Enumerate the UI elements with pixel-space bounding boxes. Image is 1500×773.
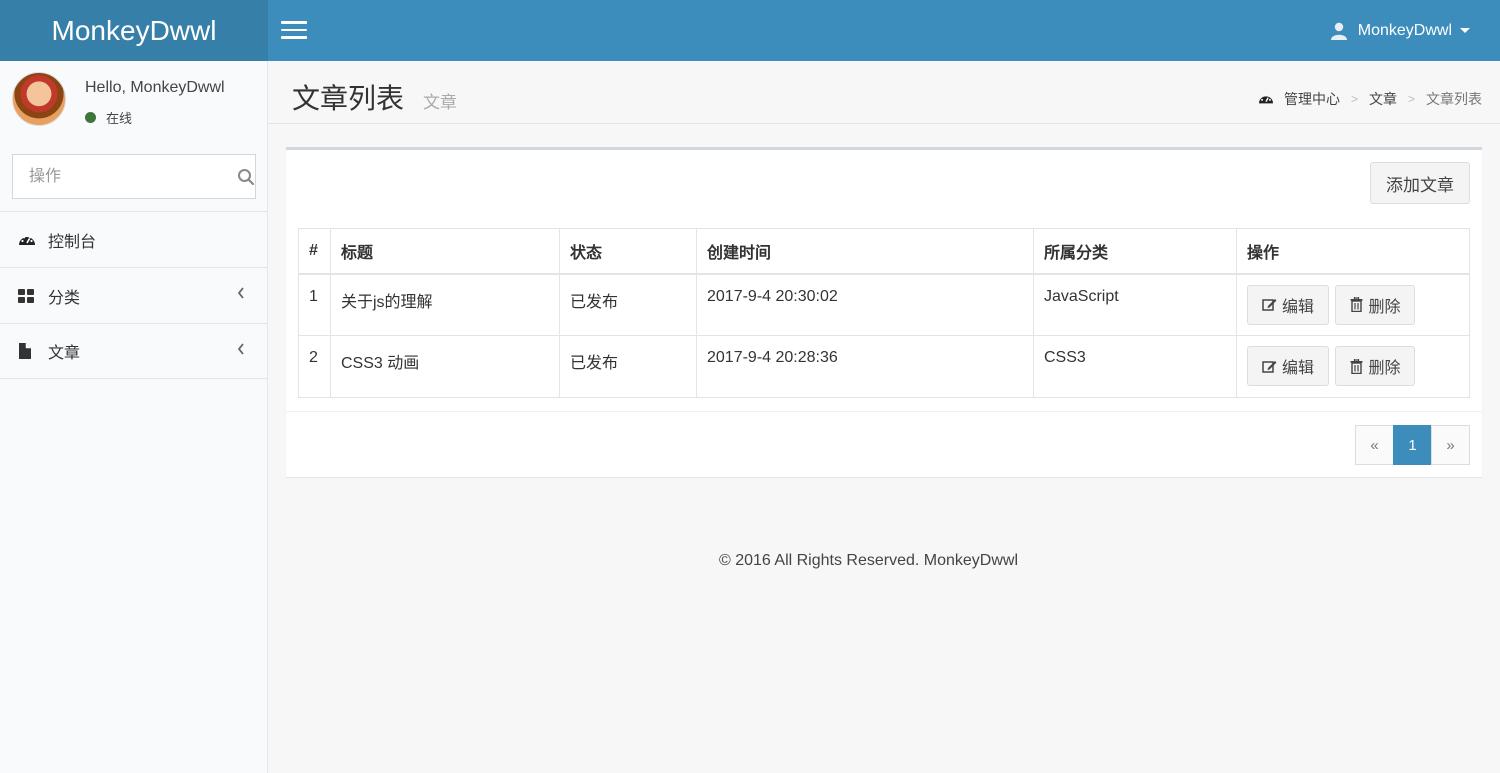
user-greeting: Hello, MonkeyDwwl bbox=[85, 79, 225, 96]
top-navbar: MonkeyDwwl MonkeyDwwl bbox=[0, 0, 1500, 61]
online-status: 在线 bbox=[85, 108, 132, 127]
table-header-row: # 标题 状态 创建时间 所属分类 操作 bbox=[298, 228, 1470, 275]
article-list-box: 添加文章 # 标题 状态 创建时间 所属分类 操作 1 关于js的理解 已发布 … bbox=[286, 147, 1482, 477]
chevron-left-icon bbox=[237, 287, 244, 299]
row-status: 已发布 bbox=[559, 273, 697, 336]
sidebar-item-article[interactable]: 文章 bbox=[0, 323, 268, 379]
user-panel: Hello, MonkeyDwwl 在线 bbox=[0, 61, 267, 141]
row-created: 2017-9-4 20:28:36 bbox=[696, 335, 1034, 398]
status-dot-icon bbox=[85, 112, 96, 123]
dashboard-icon bbox=[1258, 94, 1273, 104]
column-header-created: 创建时间 bbox=[696, 228, 1034, 275]
breadcrumb-separator: > bbox=[1350, 92, 1358, 106]
user-name: MonkeyDwwl bbox=[1357, 21, 1452, 39]
edit-label: 编辑 bbox=[1282, 360, 1315, 377]
add-article-button[interactable]: 添加文章 bbox=[1370, 162, 1470, 204]
breadcrumb-current: 文章列表 bbox=[1426, 91, 1482, 107]
file-icon bbox=[18, 343, 48, 359]
caret-down-icon bbox=[1460, 28, 1470, 33]
logo[interactable]: MonkeyDwwl bbox=[0, 0, 268, 61]
column-header-number: # bbox=[298, 228, 331, 275]
status-label: 在线 bbox=[106, 111, 133, 126]
breadcrumb: 管理中心 > 文章 > 文章列表 bbox=[1258, 89, 1482, 109]
delete-button[interactable]: 删除 bbox=[1335, 346, 1416, 386]
dashboard-icon bbox=[18, 232, 48, 248]
pagination-prev-button[interactable]: « bbox=[1355, 425, 1394, 465]
breadcrumb-separator: > bbox=[1407, 92, 1415, 106]
table-row: 2 CSS3 动画 已发布 2017-9-4 20:28:36 CSS3 编辑 bbox=[298, 335, 1470, 398]
row-title: CSS3 动画 bbox=[330, 335, 560, 398]
sidebar-item-dashboard[interactable]: 控制台 bbox=[0, 211, 268, 267]
row-actions: 编辑 删除 bbox=[1236, 335, 1470, 398]
delete-label: 删除 bbox=[1368, 360, 1401, 377]
row-status: 已发布 bbox=[559, 335, 697, 398]
breadcrumb-article[interactable]: 文章 bbox=[1369, 89, 1397, 109]
column-header-status: 状态 bbox=[559, 228, 697, 275]
user-icon bbox=[1330, 22, 1347, 40]
delete-button[interactable]: 删除 bbox=[1335, 284, 1416, 325]
pagination-next-button[interactable]: » bbox=[1431, 425, 1470, 465]
page-subtitle: 文章 bbox=[423, 93, 457, 112]
pagination: « 1 » bbox=[1355, 425, 1470, 465]
sidebar-item-label: 控制台 bbox=[48, 233, 97, 251]
row-actions: 编辑 删除 bbox=[1236, 273, 1470, 336]
delete-label: 删除 bbox=[1368, 298, 1401, 316]
copyright-footer: © 2016 All Rights Reserved. MonkeyDwwl bbox=[719, 552, 1019, 569]
sidebar-search bbox=[12, 154, 256, 199]
pagination-page-button[interactable]: 1 bbox=[1393, 425, 1432, 465]
column-header-title: 标题 bbox=[330, 228, 560, 275]
edit-button[interactable]: 编辑 bbox=[1247, 284, 1330, 325]
article-table: # 标题 状态 创建时间 所属分类 操作 1 关于js的理解 已发布 2017-… bbox=[298, 228, 1470, 398]
menu-icon-line bbox=[281, 36, 307, 39]
box-footer: « 1 » bbox=[286, 411, 1482, 477]
trash-icon bbox=[1350, 297, 1363, 312]
user-menu-dropdown[interactable]: MonkeyDwwl bbox=[1330, 0, 1470, 61]
row-number: 2 bbox=[298, 335, 331, 398]
page-title: 文章列表 bbox=[292, 83, 405, 114]
menu-icon-line bbox=[281, 28, 307, 31]
sidebar-item-category[interactable]: 分类 bbox=[0, 267, 268, 323]
sidebar-item-label: 分类 bbox=[48, 289, 81, 307]
edit-icon bbox=[1262, 299, 1277, 311]
edit-label: 编辑 bbox=[1282, 298, 1315, 316]
column-header-category: 所属分类 bbox=[1033, 228, 1237, 275]
row-number: 1 bbox=[298, 273, 331, 336]
sidebar-item-label: 文章 bbox=[48, 345, 81, 362]
menu-icon-line bbox=[281, 21, 307, 24]
sidebar-menu: 控制台 分类 文章 bbox=[0, 211, 268, 379]
column-header-actions: 操作 bbox=[1236, 228, 1470, 275]
row-category: CSS3 bbox=[1033, 335, 1237, 398]
row-category: JavaScript bbox=[1033, 273, 1237, 336]
content-header: 文章列表 文章 管理中心 > 文章 > 文章列表 bbox=[268, 61, 1500, 124]
search-input[interactable] bbox=[13, 155, 236, 198]
edit-button[interactable]: 编辑 bbox=[1247, 346, 1330, 386]
edit-icon bbox=[1262, 360, 1277, 373]
breadcrumb-home[interactable]: 管理中心 bbox=[1284, 89, 1340, 109]
sidebar-toggle-button[interactable] bbox=[281, 21, 307, 39]
grid-icon bbox=[18, 288, 48, 303]
chevron-left-icon bbox=[237, 343, 244, 355]
search-icon[interactable] bbox=[236, 168, 255, 186]
sidebar: Hello, MonkeyDwwl 在线 操作 控制台 分类 文章 bbox=[0, 61, 268, 773]
row-created: 2017-9-4 20:30:02 bbox=[696, 273, 1034, 336]
row-title: 关于js的理解 bbox=[330, 273, 560, 336]
table-row: 1 关于js的理解 已发布 2017-9-4 20:30:02 JavaScri… bbox=[298, 273, 1470, 336]
avatar bbox=[12, 72, 66, 126]
trash-icon bbox=[1350, 358, 1363, 374]
